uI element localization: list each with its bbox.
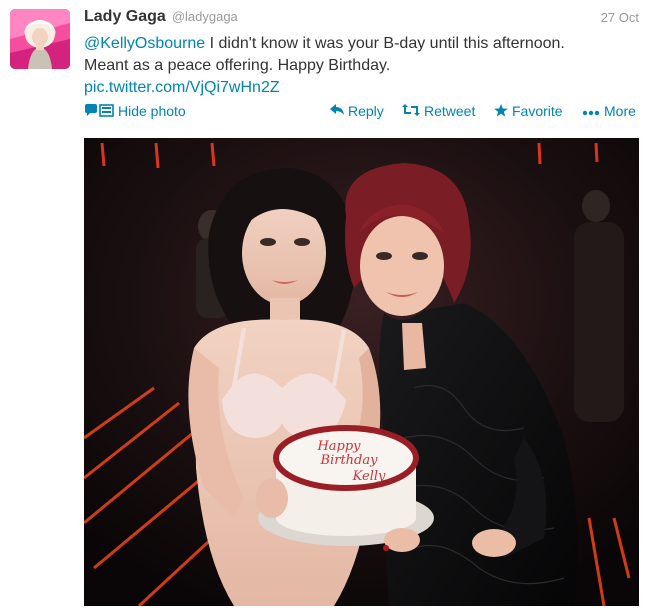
- retweet-icon: [402, 104, 420, 118]
- more-button[interactable]: More: [582, 103, 636, 119]
- photo-link[interactable]: pic.twitter.com/VjQi7wHn2Z: [84, 79, 280, 96]
- avatar[interactable]: [10, 9, 70, 69]
- tweet-text: @KellyOsbourne I didn't know it was your…: [84, 33, 634, 99]
- author-full-name[interactable]: Lady Gaga: [84, 8, 166, 26]
- favorite-button[interactable]: Favorite: [494, 103, 563, 119]
- reply-button[interactable]: Reply: [330, 103, 384, 119]
- tweet-text-line-1: I didn't know it was your B-day until th…: [205, 35, 565, 52]
- favorite-label: Favorite: [512, 103, 563, 119]
- cake-text-line-1: Happy: [316, 439, 361, 454]
- reply-label: Reply: [348, 103, 384, 119]
- photo-scene: Happy Birthday Kelly: [84, 138, 639, 606]
- tweet-text-line-2: Meant as a peace offering. Happy Birthda…: [84, 57, 391, 74]
- tweet-photo[interactable]: Happy Birthday Kelly: [84, 138, 639, 606]
- tweet-header: Lady Gaga @ladygaga: [84, 8, 238, 30]
- tweet-actions: Hide photo Reply Retweet Favorite More: [84, 103, 639, 123]
- ellipsis-icon: [582, 105, 600, 118]
- tweet: Lady Gaga @ladygaga 27 Oct @KellyOsbourn…: [0, 0, 650, 615]
- cake-text-line-2: Birthday: [320, 453, 379, 468]
- retweet-button[interactable]: Retweet: [402, 103, 475, 119]
- hide-photo-label: Hide photo: [118, 103, 186, 119]
- reply-arrow-icon: [330, 104, 344, 118]
- star-icon: [494, 103, 508, 119]
- hide-photo-button[interactable]: Hide photo: [84, 103, 186, 119]
- tweet-timestamp[interactable]: 27 Oct: [601, 10, 639, 25]
- cake-text-line-3: Kelly: [352, 469, 386, 484]
- mention-link[interactable]: @KellyOsbourne: [84, 35, 205, 52]
- retweet-label: Retweet: [424, 103, 476, 119]
- photo-icon: [84, 103, 114, 119]
- author-screen-name[interactable]: @ladygaga: [172, 9, 238, 24]
- avatar-image: [10, 9, 70, 69]
- more-label: More: [604, 103, 636, 119]
